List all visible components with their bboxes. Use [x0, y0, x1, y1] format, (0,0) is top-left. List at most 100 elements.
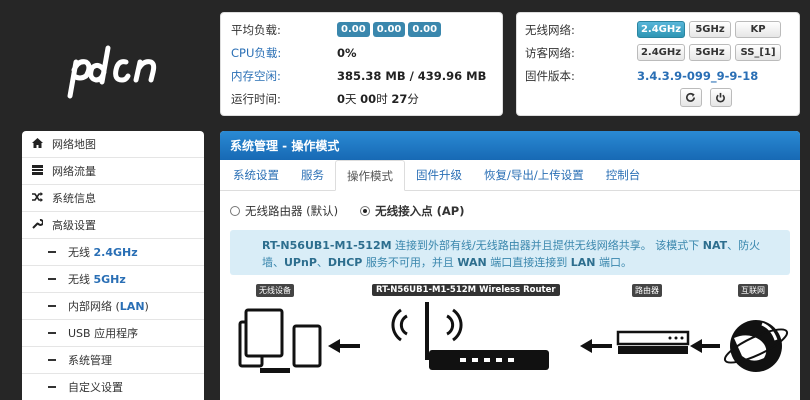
- logo-graphic: [67, 45, 157, 99]
- load-row: 平均负载: 0.00 0.00 0.00: [231, 18, 492, 41]
- sidebar-item-label: 高级设置: [52, 219, 96, 232]
- page-title: 系统管理 - 操作模式: [220, 131, 800, 160]
- sidebar-item-label: 无线 5GHz: [68, 271, 126, 287]
- label-prefix: 内部网络 (: [68, 300, 120, 313]
- sidebar-item-lan[interactable]: 内部网络 (LAN): [22, 293, 204, 320]
- tab-console[interactable]: 控制台: [595, 160, 652, 190]
- internet-globe-icon: [723, 320, 789, 372]
- sidebar-item-network-map[interactable]: 网络地图: [22, 131, 204, 158]
- uptime-hours-unit: 时: [376, 91, 392, 106]
- router-icon: [616, 330, 690, 354]
- uptime-value: 0天 00时 27分: [337, 91, 419, 107]
- uptime-days: 0: [337, 91, 346, 106]
- firmware-version-link[interactable]: 3.4.3.9-099_9-9-18: [637, 69, 758, 83]
- uptime-hours: 00: [360, 91, 377, 106]
- radio-label: 无线路由器 (默认): [245, 204, 339, 218]
- label-highlight: LAN: [119, 300, 145, 313]
- radio-ap-mode[interactable]: 无线接入点 (AP): [360, 203, 464, 219]
- tab-services[interactable]: 服务: [290, 160, 335, 190]
- info-dhcp: DHCP: [327, 256, 363, 269]
- home-icon: [32, 137, 46, 151]
- radio-router-mode[interactable]: 无线路由器 (默认): [230, 203, 338, 219]
- sidebar-item-usb[interactable]: USB 应用程序: [22, 320, 204, 347]
- shuffle-icon: [32, 191, 46, 205]
- radio-circle-checked[interactable]: [360, 206, 371, 216]
- dash-icon: [48, 251, 56, 253]
- info-text: 、: [316, 256, 328, 269]
- radio-circle[interactable]: [230, 206, 240, 216]
- wrench-icon: [32, 218, 46, 232]
- wireless-devices-icon: [238, 308, 322, 373]
- mem-value: 385.38 MB / 439.96 MB: [337, 68, 487, 83]
- sidebar-item-label: 网络地图: [52, 138, 96, 151]
- sidebar-item-traffic[interactable]: 网络流量: [22, 158, 204, 185]
- load-badge-15: 0.00: [408, 22, 442, 37]
- arrow-left-icon: [580, 339, 612, 353]
- mode-description: RT-N56UB1-M1-512M 连接到外部有线/无线路由器并且提供无线网络共…: [230, 230, 790, 275]
- dash-icon: [48, 305, 56, 307]
- tab-system-settings[interactable]: 系统设置: [222, 160, 290, 190]
- main-panel: 系统管理 - 操作模式 系统设置 服务 操作模式 固件升级 恢复/导出/上传设置…: [220, 131, 800, 400]
- uptime-minutes: 27: [391, 91, 408, 106]
- sidebar: 网络地图 网络流量 系统信息 高级设置 无线 2.4GHz 无线 5GHz 内部…: [22, 131, 204, 400]
- traffic-icon: [32, 164, 46, 178]
- action-buttons: [525, 88, 791, 107]
- sidebar-item-administration[interactable]: 系统管理: [22, 347, 204, 374]
- uptime-row: 运行时间: 0天 00时 27分: [231, 87, 492, 110]
- guest-2g-button[interactable]: 2.4GHz: [637, 44, 685, 61]
- label-highlight: 2.4GHz: [93, 246, 138, 259]
- tab-operation-mode[interactable]: 操作模式: [335, 160, 405, 191]
- dash-icon: [48, 278, 56, 280]
- power-icon[interactable]: [709, 88, 732, 107]
- sidebar-item-system-info[interactable]: 系统信息: [22, 185, 204, 212]
- sidebar-item-custom[interactable]: 自定义设置: [22, 374, 204, 400]
- sidebar-item-wireless-2g[interactable]: 无线 2.4GHz: [22, 239, 204, 266]
- access-point-icon: [391, 302, 549, 370]
- info-text: 端口。: [595, 256, 632, 269]
- guest-ss-button[interactable]: SS_[1]: [735, 44, 781, 61]
- dash-icon: [48, 386, 56, 388]
- wireless-2g-button[interactable]: 2.4GHz: [637, 21, 685, 38]
- uptime-minutes-unit: 分: [407, 91, 419, 106]
- mem-link[interactable]: 内存空闲:: [231, 68, 337, 84]
- wireless-status-panel: 无线网络: 2.4GHz 5GHz KP 访客网络: 2.4GHz 5GHz S…: [516, 12, 800, 116]
- load-label: 平均负载:: [231, 22, 281, 37]
- mem-row: 内存空闲: 385.38 MB / 439.96 MB: [231, 64, 492, 87]
- dash-icon: [48, 359, 56, 361]
- label-prefix: 无线: [68, 246, 94, 259]
- uptime-days-unit: 天: [345, 91, 361, 106]
- firmware-label: 固件版本:: [525, 68, 575, 83]
- system-status-panel: 平均负载: 0.00 0.00 0.00 CPU负载: 0% 内存空闲: 385…: [220, 12, 503, 116]
- mode-selector: 无线路由器 (默认) 无线接入点 (AP): [220, 196, 800, 226]
- radio-label: 无线接入点 (AP): [375, 204, 465, 218]
- info-lan: LAN: [570, 256, 596, 269]
- sidebar-item-label: 网络流量: [52, 165, 96, 178]
- info-text: 连接到外部有线/无线路由器并且提供无线网络共享。 该模式下: [391, 239, 703, 252]
- info-text: 服务不可用，并且: [362, 256, 458, 269]
- load-badge-5: 0.00: [372, 22, 406, 37]
- sidebar-item-label: USB 应用程序: [68, 327, 139, 340]
- guest-label: 访客网络:: [525, 45, 575, 60]
- cpu-row: CPU负载: 0%: [231, 41, 492, 64]
- sidebar-item-wireless-5g[interactable]: 无线 5GHz: [22, 266, 204, 293]
- arrow-left-icon: [690, 339, 720, 353]
- tab-bar: 系统设置 服务 操作模式 固件升级 恢复/导出/上传设置 控制台: [220, 160, 800, 191]
- sidebar-item-advanced[interactable]: 高级设置: [22, 212, 204, 239]
- guest-5g-button[interactable]: 5GHz: [689, 44, 731, 61]
- info-nat: NAT: [702, 239, 728, 252]
- tab-restore-settings[interactable]: 恢复/导出/上传设置: [473, 160, 595, 190]
- tab-firmware-upgrade[interactable]: 固件升级: [405, 160, 473, 190]
- dash-icon: [48, 332, 56, 334]
- diagram-graphic: [238, 302, 789, 373]
- label-prefix: 无线: [68, 273, 94, 286]
- refresh-icon[interactable]: [679, 88, 702, 107]
- cpu-link[interactable]: CPU负载:: [231, 45, 337, 61]
- info-wan: WAN: [457, 256, 487, 269]
- label-highlight: 5GHz: [93, 273, 126, 286]
- wireless-kp-button[interactable]: KP: [735, 21, 781, 38]
- sidebar-item-label: 无线 2.4GHz: [68, 244, 138, 260]
- wireless-5g-button[interactable]: 5GHz: [689, 21, 731, 38]
- wireless-row: 无线网络: 2.4GHz 5GHz KP: [525, 18, 791, 41]
- sidebar-item-label: 内部网络 (LAN): [68, 298, 149, 314]
- uptime-label: 运行时间:: [231, 91, 281, 106]
